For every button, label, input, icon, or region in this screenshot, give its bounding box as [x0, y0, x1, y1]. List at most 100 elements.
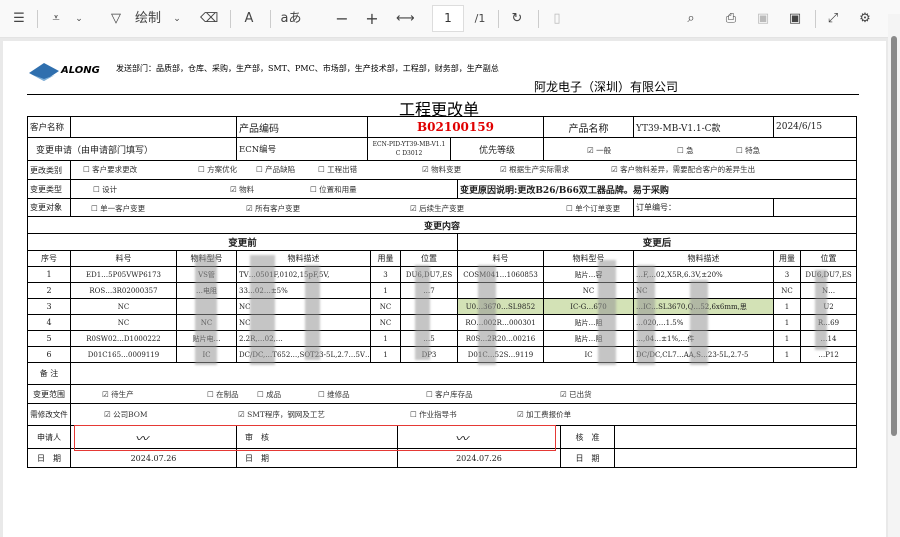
draw-button[interactable]: 绘制 [133, 9, 163, 29]
checkbox-icon: ☐ [256, 165, 266, 174]
before-cell: ED1…5P05VWP6173 [70, 266, 177, 283]
search-icon[interactable]: ⌕ [682, 9, 700, 29]
page-view-icon[interactable]: ▯ [548, 9, 566, 29]
text-options-icon[interactable]: aあ [280, 9, 302, 29]
change-category-option: ☑ 物料变更 [422, 164, 461, 175]
column-header: 用量 [370, 250, 401, 267]
before-cell: NC [70, 298, 177, 315]
change-type-design: ☐ 设计 [93, 184, 117, 195]
highlight-icon[interactable]: ⩡ [47, 9, 65, 29]
target-future-production: ☑ 后续生产变更 [410, 203, 464, 214]
scrollbar-thumb[interactable] [891, 36, 897, 436]
checkbox-label: 急 [686, 146, 694, 155]
fullscreen-icon[interactable]: ⤢ [824, 9, 842, 29]
change-content-header: 变更内容 [27, 216, 857, 234]
checkbox-label: 加工费报价单 [526, 410, 572, 419]
before-cell: NC [70, 314, 177, 331]
checkbox-icon: ☑ [587, 146, 597, 155]
file-option: ☐ 作业指导书 [410, 409, 457, 420]
after-cell: 3 [773, 266, 801, 283]
checkbox-icon: ☑ [238, 410, 248, 419]
save-icon[interactable]: ▣ [754, 9, 772, 29]
checkbox-label: 物料变更 [431, 165, 462, 174]
after-cell: 1 [773, 346, 801, 363]
pdf-page: ALONG 发送部门：品质部，仓库、采购，生产部，SMT、PMC、市场部，生产技… [3, 41, 886, 537]
contents-icon[interactable]: ☰ [10, 9, 28, 29]
review-date: 2024.07.26 [397, 448, 561, 468]
after-cell: COSM041…1060853 [457, 266, 544, 283]
checkbox-label: 作业指导书 [419, 410, 457, 419]
draw-icon[interactable]: ▽ [107, 9, 125, 29]
checkbox-icon: ☑ [410, 204, 420, 213]
product-name-value: YT39-MB-V1.1-C款 [633, 116, 774, 138]
change-scope-label: 变更范围 [27, 384, 71, 404]
files-label: 需修改文件 [27, 403, 71, 426]
checkbox-icon: ☑ [230, 185, 240, 194]
after-cell: R…69 [800, 314, 857, 331]
chevron-down-icon[interactable]: ⌄ [74, 9, 84, 29]
order-number-label: 订单编号： [633, 198, 774, 217]
change-category-label: 更改类别 [27, 160, 71, 180]
product-code-label: 产品编码 [236, 116, 368, 138]
change-type-options [70, 179, 458, 199]
settings-gear-icon[interactable]: ⚙ [856, 9, 874, 29]
before-cell: R0SW02…D1000222 [70, 330, 177, 347]
redaction-mosaic [415, 265, 430, 360]
page-number-input[interactable]: 1 [432, 5, 464, 32]
change-category-option: ☑ 根据生产实际需求 [500, 164, 569, 175]
column-header: 序号 [27, 250, 71, 267]
chevron-down-icon[interactable]: ⌄ [172, 9, 182, 29]
after-cell: N… [800, 282, 857, 299]
eraser-icon[interactable]: ⌫ [200, 9, 218, 29]
scrollbar[interactable] [888, 14, 900, 537]
divider [37, 10, 38, 28]
checkbox-icon: ☐ [83, 165, 93, 174]
checkbox-icon: ☐ [207, 390, 217, 399]
after-cell: R0S…2R20…00216 [457, 330, 544, 347]
after-cell: D01C…52S…9119 [457, 346, 544, 363]
target-single-customer: ☐ 单一客户变更 [91, 203, 145, 214]
logo-text: ALONG [61, 65, 100, 76]
checkbox-label: 成品 [266, 390, 282, 399]
zoom-in-button[interactable]: + [364, 9, 380, 29]
after-cell: IC [543, 346, 634, 363]
read-aloud-icon[interactable]: A [240, 9, 258, 29]
send-departments: 发送部门：品质部，仓库、采购，生产部，SMT、PMC、市场部，生产技术部，工程部… [116, 64, 499, 73]
divider [498, 10, 499, 28]
checkbox-label: SMT程序，钢网及工艺 [247, 410, 325, 419]
checkbox-label: 客户库存品 [435, 390, 473, 399]
print-icon[interactable]: ⎙ [722, 9, 740, 29]
save-as-icon[interactable]: ▣ [786, 9, 804, 29]
date-label: 日 期 [27, 448, 71, 468]
checkbox-icon: ☑ [500, 165, 510, 174]
along-logo-icon [29, 63, 59, 81]
after-cell: 贴片…阻 [543, 330, 634, 347]
change-category-option: ☑ 客户物料差异，需要配合客户的差异生出 [611, 164, 755, 175]
checkbox-icon: ☐ [310, 185, 320, 194]
checkbox-label: 一般 [596, 146, 612, 155]
before-cell: D01C165…0009119 [70, 346, 177, 363]
target-single-order: ☐ 单个订单变更 [566, 203, 620, 214]
change-category-option: ☐ 产品缺陷 [256, 164, 295, 175]
change-category-option: ☐ 方案优化 [198, 164, 237, 175]
after-cell: 1 [773, 330, 801, 347]
checkbox-label: 客户物料差异，需要配合客户的差异生出 [620, 165, 756, 174]
priority-normal: ☑ 一般 [587, 145, 611, 156]
checkbox-icon: ☑ [517, 410, 527, 419]
after-cell: …14 [800, 330, 857, 347]
priority-critical: ☐ 特急 [736, 145, 760, 156]
approve-date [614, 448, 857, 468]
column-header: 物料型号 [543, 250, 634, 267]
company-name: 阿龙电子（深圳）有限公司 [534, 80, 679, 94]
column-header: 料号 [70, 250, 177, 267]
checkbox-icon: ☐ [198, 165, 208, 174]
fit-width-icon[interactable]: ⟷ [396, 9, 415, 29]
toolbar: ☰ ⩡ ⌄ ▽ 绘制 ⌄ ⌫ A aあ − + ⟷ 1 /1 ↻ ▯ ⌕ ⎙ ▣… [0, 0, 900, 38]
row-number: 2 [27, 282, 71, 299]
change-category-option: ☐ 工程出错 [318, 164, 357, 175]
target-all-customers: ☑ 所有客户变更 [246, 203, 300, 214]
change-reason: 变更原因说明:更改B26/B66双工器品牌。易于采购 [457, 179, 857, 199]
divider [815, 10, 816, 28]
rotate-icon[interactable]: ↻ [508, 9, 526, 29]
zoom-out-button[interactable]: − [334, 9, 350, 29]
